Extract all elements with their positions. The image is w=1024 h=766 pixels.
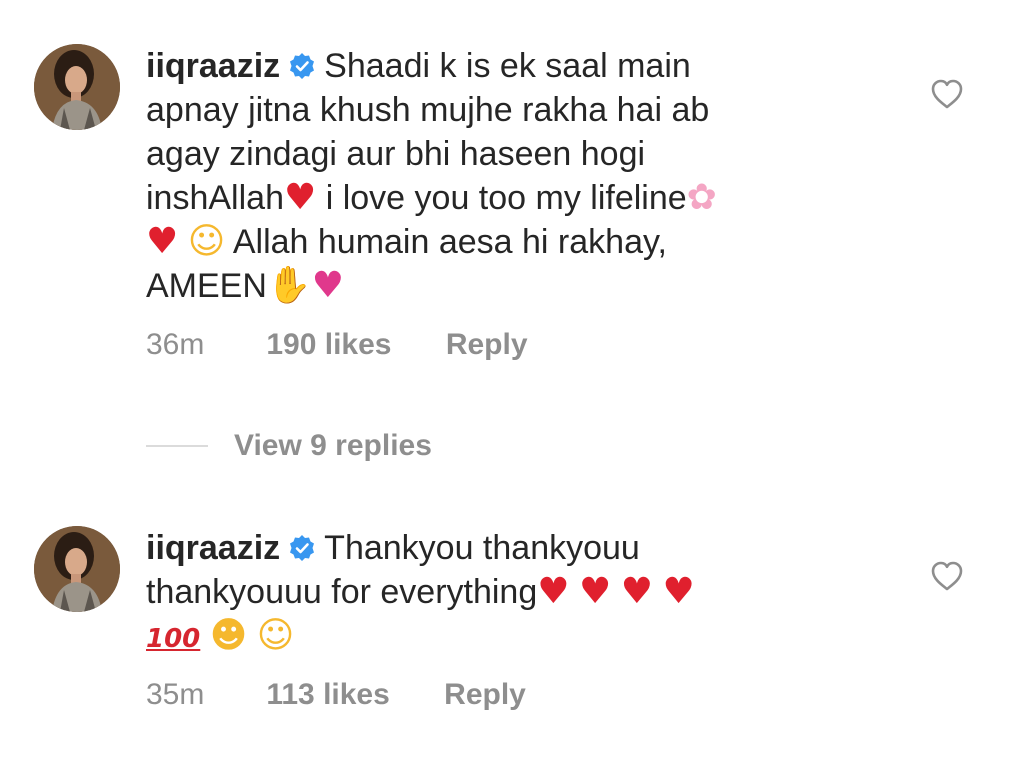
sparkling-heart-icon: ♥ (311, 265, 345, 306)
comment-line: agay zindagi aur bhi haseen hogi (146, 135, 646, 173)
username[interactable]: iiqraaziz (146, 529, 280, 567)
reply-button[interactable]: Reply (446, 328, 528, 362)
heart-outline-icon[interactable] (930, 78, 964, 110)
avatar[interactable] (34, 526, 120, 612)
comment-text: iiqraaziz Thankyou thankyouu thankyouuu f… (146, 526, 866, 661)
cherry-blossom-icon: ✿ (686, 177, 717, 218)
heart-outline-icon[interactable] (930, 560, 964, 592)
hundred-points-icon: 100 (146, 624, 201, 654)
red-heart-icon: ♥ (537, 571, 570, 612)
comment-line: thankyouuu for everything (146, 573, 538, 611)
view-replies-label: View 9 replies (234, 429, 432, 462)
red-heart-icon: ♥ (146, 221, 179, 262)
comment-line: Allah humain aesa hi rakhay, (225, 223, 667, 261)
raised-hands-icon: ✋ (266, 265, 312, 306)
red-heart-icon: ♥ (283, 177, 317, 218)
view-replies-button[interactable]: View 9 replies (146, 428, 432, 464)
comment-time: 36m (146, 328, 205, 361)
comment-meta: 36m 190 likes Reply (146, 328, 528, 362)
comment-line: apnay jitna khush mujhe rakha hai ab (146, 91, 710, 129)
likes-count[interactable]: 113 likes (266, 678, 389, 712)
hugging-face-icon: ☻ (209, 615, 248, 656)
face-blowing-kiss-icon: ☺ (256, 615, 295, 656)
comment-line: Shaadi k is ek saal main (324, 47, 691, 85)
comment-meta: 35m 113 likes Reply (146, 678, 526, 712)
reply-button[interactable]: Reply (444, 678, 526, 712)
comment-line: inshAllah (146, 179, 284, 217)
red-heart-icon: ♥ (620, 571, 653, 612)
face-blowing-kiss-icon: ☺ (187, 221, 226, 262)
username[interactable]: iiqraaziz (146, 47, 280, 85)
comment-line: i love you too my lifeline (316, 179, 687, 217)
red-heart-icon: ♥ (662, 571, 695, 612)
likes-count[interactable]: 190 likes (266, 328, 391, 362)
comment-time: 35m (146, 678, 205, 711)
comment-line: Thankyou thankyouu (324, 529, 640, 567)
comment-line: AMEEN (146, 267, 267, 305)
comment-text: iiqraaziz Shaadi k is ek saal main apnay … (146, 44, 866, 308)
verified-badge-icon (290, 535, 315, 561)
divider (146, 445, 208, 447)
avatar[interactable] (34, 44, 120, 130)
verified-badge-icon (290, 53, 315, 79)
red-heart-icon: ♥ (578, 571, 612, 612)
